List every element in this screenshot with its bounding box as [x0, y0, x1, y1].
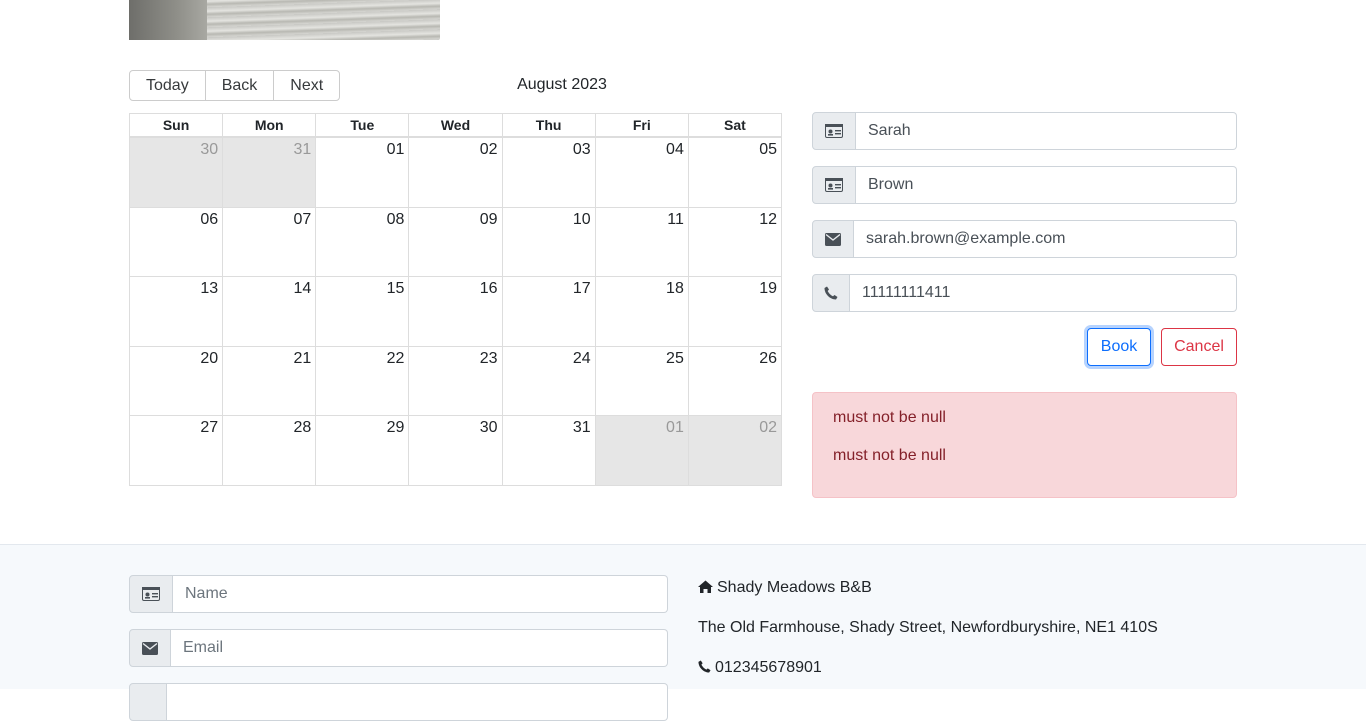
calendar-week: 13 14 15 16 17 18 19	[130, 276, 781, 346]
calendar-day-cell[interactable]: 16	[408, 277, 501, 346]
calendar-day-cell[interactable]: 22	[315, 346, 408, 416]
id-card-icon	[812, 112, 856, 150]
calendar-day-cell[interactable]: 03	[501, 138, 595, 207]
calendar-day-cell[interactable]: 02	[687, 416, 781, 485]
contact-phone: 012345678901	[698, 659, 822, 677]
weekday-label: Fri	[594, 114, 688, 136]
calendar-day-cell[interactable]: 26	[687, 346, 781, 416]
calendar-day-cell[interactable]: 14	[222, 277, 315, 346]
calendar-day-cell[interactable]: 10	[501, 207, 595, 277]
cancel-button[interactable]: Cancel	[1161, 328, 1237, 366]
envelope-icon	[129, 629, 171, 667]
calendar-week: 27 28 29 30 31 01 02	[130, 415, 781, 485]
calendar-day-cell[interactable]: 12	[687, 207, 781, 277]
error-alert: must not be null must not be null	[812, 392, 1237, 498]
phone-input[interactable]	[850, 274, 1237, 312]
calendar-day-cell[interactable]: 01	[594, 416, 688, 485]
calendar-week: 30 31 01 02 03 04 05	[130, 137, 781, 207]
calendar-day-cell[interactable]: 06	[130, 208, 222, 277]
firstname-input[interactable]	[856, 112, 1237, 150]
weekday-label: Tue	[315, 114, 408, 136]
calendar-day-cell[interactable]: 27	[130, 416, 222, 485]
calendar-day-cell[interactable]: 02	[408, 138, 501, 207]
calendar-week: 06 07 08 09 10 11 12	[130, 206, 781, 277]
calendar-day-cell[interactable]: 13	[130, 277, 222, 346]
calendar-day-cell[interactable]: 31	[222, 138, 316, 207]
envelope-icon	[812, 220, 854, 258]
calendar-day-cell[interactable]: 09	[408, 207, 501, 277]
lastname-group	[812, 166, 1237, 204]
calendar-day-cell[interactable]: 01	[315, 138, 408, 207]
email-input[interactable]	[854, 220, 1237, 258]
contact-email-input[interactable]	[171, 629, 668, 667]
calendar-day-cell[interactable]: 29	[315, 416, 408, 485]
calendar-day-cell[interactable]: 17	[501, 277, 595, 346]
phone-icon	[698, 660, 711, 673]
calendar-day-cell[interactable]: 28	[222, 416, 315, 485]
business-name-text: Shady Meadows B&B	[717, 579, 872, 596]
firstname-group	[812, 112, 1237, 150]
contact-name-group	[129, 575, 668, 613]
contact-name-input[interactable]	[173, 575, 668, 613]
calendar-day-cell[interactable]: 30	[408, 416, 501, 485]
calendar-day-cell[interactable]: 18	[594, 277, 688, 346]
calendar-day-cell[interactable]: 20	[130, 347, 222, 416]
lastname-input[interactable]	[856, 166, 1237, 204]
calendar-day-cell[interactable]: 21	[222, 346, 315, 416]
error-message: must not be null	[833, 447, 946, 464]
calendar-day-cell[interactable]: 31	[501, 416, 595, 485]
id-card-icon	[812, 166, 856, 204]
calendar-day-cell[interactable]: 05	[687, 138, 781, 207]
error-message: must not be null	[833, 409, 946, 426]
weekday-label: Thu	[501, 114, 595, 136]
back-button[interactable]: Back	[204, 70, 275, 101]
contact-business-name: Shady Meadows B&B	[698, 579, 872, 597]
calendar-month-label: August 2023	[517, 76, 607, 93]
calendar-weekday-header: Sun Mon Tue Wed Thu Fri Sat	[130, 114, 781, 137]
email-group	[812, 220, 1237, 258]
calendar-toolbar: Today Back Next	[129, 70, 341, 101]
contact-email-group	[129, 629, 668, 667]
contact-address: The Old Farmhouse, Shady Street, Newford…	[698, 619, 1158, 636]
calendar-day-cell[interactable]: 04	[594, 138, 688, 207]
calendar-day-cell[interactable]: 11	[594, 207, 688, 277]
calendar-day-cell[interactable]: 24	[501, 346, 595, 416]
calendar-day-cell[interactable]: 30	[130, 138, 223, 207]
calendar-day-cell[interactable]: 08	[315, 207, 408, 277]
today-button[interactable]: Today	[129, 70, 206, 101]
calendar-day-cell[interactable]: 23	[408, 346, 501, 416]
phone-number-text: 012345678901	[715, 659, 822, 676]
next-button[interactable]: Next	[273, 70, 341, 101]
room-image	[129, 0, 440, 40]
calendar-day-cell[interactable]: 07	[222, 207, 315, 277]
weekday-label: Sat	[687, 114, 781, 136]
id-card-icon	[129, 575, 173, 613]
footer: Shady Meadows B&B The Old Farmhouse, Sha…	[0, 544, 1366, 721]
book-button[interactable]: Book	[1087, 328, 1151, 366]
home-icon	[698, 580, 713, 593]
calendar-day-cell[interactable]: 19	[687, 277, 781, 346]
weekday-label: Wed	[408, 114, 501, 136]
calendar-day-cell[interactable]: 25	[594, 346, 688, 416]
calendar-week: 20 21 22 23 24 25 26	[130, 345, 781, 416]
booking-calendar: Sun Mon Tue Wed Thu Fri Sat 30 31 01 02 …	[129, 113, 782, 486]
calendar-day-cell[interactable]: 15	[315, 277, 408, 346]
phone-group	[812, 274, 1237, 312]
weekday-label: Mon	[222, 114, 315, 136]
phone-icon	[812, 274, 850, 312]
weekday-label: Sun	[162, 117, 190, 133]
